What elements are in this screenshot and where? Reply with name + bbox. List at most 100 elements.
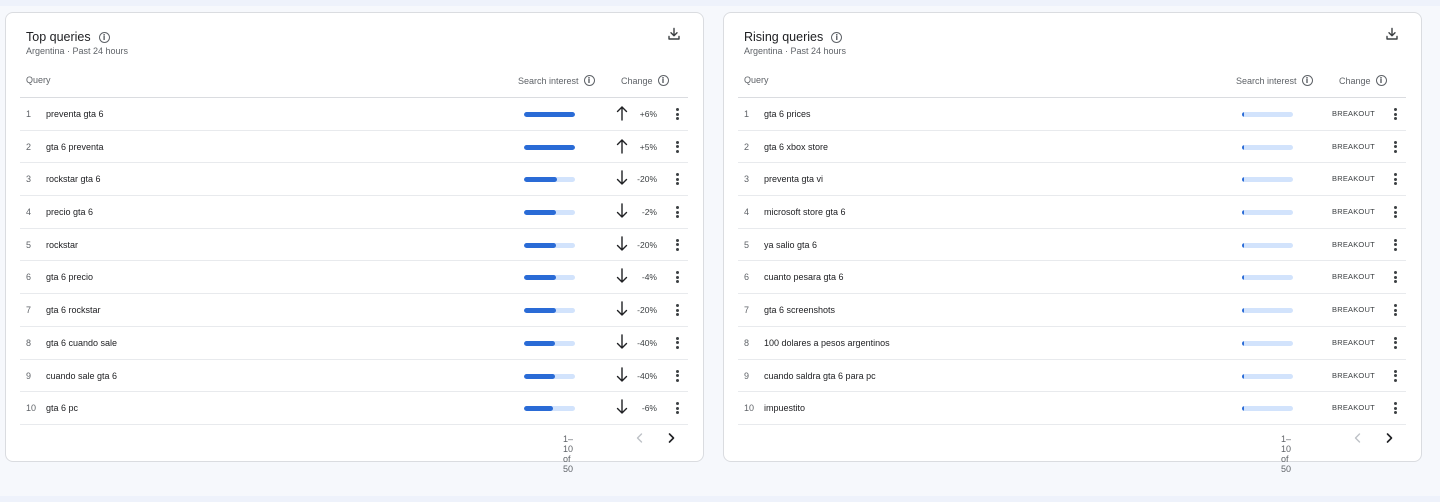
- top-queries-title-row: Top queries i: [26, 30, 110, 44]
- query-link[interactable]: 100 dolares a pesos argentinos: [764, 338, 890, 348]
- info-icon[interactable]: i: [1375, 75, 1387, 86]
- table-row[interactable]: 8 gta 6 cuando sale -40%: [20, 327, 688, 360]
- search-interest-bar: [1242, 340, 1293, 346]
- more-vert-icon[interactable]: [1391, 205, 1399, 219]
- query-link[interactable]: impuestito: [764, 403, 805, 413]
- info-icon[interactable]: i: [831, 31, 843, 43]
- download-icon[interactable]: [1385, 27, 1399, 41]
- column-change[interactable]: Change i: [621, 75, 669, 86]
- more-vert-icon[interactable]: [1391, 303, 1399, 317]
- search-interest-bar: [1242, 112, 1293, 117]
- chevron-right-icon[interactable]: [664, 431, 678, 445]
- more-vert-icon[interactable]: [1391, 172, 1399, 186]
- query-link[interactable]: precio gta 6: [46, 207, 93, 217]
- row-rank: 10: [744, 403, 755, 414]
- query-link[interactable]: cuando sale gta 6: [46, 371, 117, 381]
- more-vert-icon[interactable]: [673, 107, 681, 121]
- download-icon[interactable]: [667, 27, 681, 41]
- row-rank: 5: [26, 239, 32, 250]
- table-row[interactable]: 4 microsoft store gta 6 BREAKOUT: [738, 196, 1406, 229]
- column-query: Query: [744, 75, 769, 85]
- query-link[interactable]: gta 6 prices: [764, 109, 811, 119]
- table-row[interactable]: 4 precio gta 6 -2%: [20, 196, 688, 229]
- table-row[interactable]: 6 gta 6 precio -4%: [20, 261, 688, 295]
- query-link[interactable]: rockstar gta 6: [46, 174, 101, 184]
- more-vert-icon[interactable]: [1391, 107, 1399, 121]
- more-vert-icon[interactable]: [673, 336, 681, 350]
- more-vert-icon[interactable]: [673, 172, 681, 186]
- info-icon[interactable]: i: [583, 75, 595, 86]
- table-row[interactable]: 5 ya salio gta 6 BREAKOUT: [738, 229, 1406, 262]
- top-queries-table-header: Query Search interest i Change i: [20, 71, 688, 98]
- more-vert-icon[interactable]: [673, 238, 681, 252]
- search-interest-fill: [1242, 242, 1244, 248]
- more-vert-icon[interactable]: [1391, 238, 1399, 252]
- chevron-left-icon[interactable]: [1351, 431, 1365, 445]
- table-row[interactable]: 10 impuestito BREAKOUT: [738, 392, 1406, 425]
- query-link[interactable]: rockstar: [46, 240, 78, 250]
- more-vert-icon[interactable]: [673, 401, 681, 415]
- query-link[interactable]: cuando saldra gta 6 para pc: [764, 371, 876, 381]
- more-vert-icon[interactable]: [673, 303, 681, 317]
- table-row[interactable]: 1 gta 6 prices BREAKOUT: [738, 98, 1406, 131]
- info-icon[interactable]: i: [657, 75, 669, 86]
- rising-queries-card: Rising queries i Argentina · Past 24 hou…: [723, 12, 1422, 474]
- table-row[interactable]: 7 gta 6 rockstar -20%: [20, 294, 688, 327]
- query-link[interactable]: gta 6 precio: [46, 272, 93, 282]
- row-rank: 3: [26, 174, 32, 185]
- table-row[interactable]: 2 gta 6 preventa +5%: [20, 131, 688, 164]
- more-vert-icon[interactable]: [673, 140, 681, 154]
- query-link[interactable]: gta 6 screenshots: [764, 305, 835, 315]
- search-interest-fill: [1242, 340, 1244, 346]
- table-row[interactable]: 9 cuando sale gta 6 -40%: [20, 360, 688, 393]
- chevron-right-icon[interactable]: [1382, 431, 1396, 445]
- search-interest-fill: [1242, 112, 1245, 117]
- table-row[interactable]: 1 preventa gta 6 +6%: [20, 98, 688, 131]
- more-vert-icon[interactable]: [1391, 369, 1399, 383]
- table-row[interactable]: 3 preventa gta vi BREAKOUT: [738, 163, 1406, 197]
- page-bottom-strip: [0, 496, 1440, 502]
- query-link[interactable]: gta 6 pc: [46, 403, 78, 413]
- table-row[interactable]: 8 100 dolares a pesos argentinos BREAKOUT: [738, 327, 1406, 360]
- query-link[interactable]: cuanto pesara gta 6: [764, 272, 844, 282]
- search-interest-bar: [1242, 406, 1293, 412]
- column-change-label: Change: [1339, 75, 1371, 86]
- more-vert-icon[interactable]: [1391, 336, 1399, 350]
- more-vert-icon[interactable]: [673, 270, 681, 284]
- more-vert-icon[interactable]: [1391, 140, 1399, 154]
- search-interest-fill: [1242, 308, 1244, 314]
- breakout-badge: BREAKOUT: [1332, 239, 1375, 249]
- column-change[interactable]: Change i: [1339, 75, 1387, 86]
- change-value: -20%: [637, 239, 657, 250]
- search-interest-bar: [1242, 144, 1293, 150]
- column-search-interest[interactable]: Search interest i: [1236, 75, 1313, 86]
- more-vert-icon[interactable]: [673, 205, 681, 219]
- chevron-left-icon[interactable]: [633, 431, 647, 445]
- row-rank: 1: [744, 109, 750, 119]
- query-link[interactable]: ya salio gta 6: [764, 240, 817, 250]
- query-link[interactable]: gta 6 xbox store: [764, 142, 828, 152]
- query-link[interactable]: microsoft store gta 6: [764, 207, 846, 217]
- table-row[interactable]: 9 cuando saldra gta 6 para pc BREAKOUT: [738, 360, 1406, 393]
- search-interest-fill: [1242, 210, 1244, 216]
- table-row[interactable]: 7 gta 6 screenshots BREAKOUT: [738, 294, 1406, 327]
- info-icon[interactable]: i: [98, 31, 110, 43]
- query-link[interactable]: preventa gta 6: [46, 109, 104, 119]
- change-value: -6%: [641, 403, 657, 414]
- info-icon[interactable]: i: [1301, 75, 1313, 86]
- change-value: -2%: [641, 207, 657, 218]
- table-row[interactable]: 2 gta 6 xbox store BREAKOUT: [738, 131, 1406, 164]
- change-value: +6%: [639, 109, 657, 119]
- more-vert-icon[interactable]: [1391, 401, 1399, 415]
- table-row[interactable]: 3 rockstar gta 6 -20%: [20, 163, 688, 197]
- query-link[interactable]: gta 6 preventa: [46, 142, 104, 152]
- query-link[interactable]: gta 6 rockstar: [46, 305, 101, 315]
- table-row[interactable]: 10 gta 6 pc -6%: [20, 392, 688, 425]
- more-vert-icon[interactable]: [673, 369, 681, 383]
- query-link[interactable]: preventa gta vi: [764, 174, 823, 184]
- column-search-interest[interactable]: Search interest i: [518, 75, 595, 86]
- query-link[interactable]: gta 6 cuando sale: [46, 338, 117, 348]
- table-row[interactable]: 6 cuanto pesara gta 6 BREAKOUT: [738, 261, 1406, 295]
- table-row[interactable]: 5 rockstar -20%: [20, 229, 688, 262]
- more-vert-icon[interactable]: [1391, 270, 1399, 284]
